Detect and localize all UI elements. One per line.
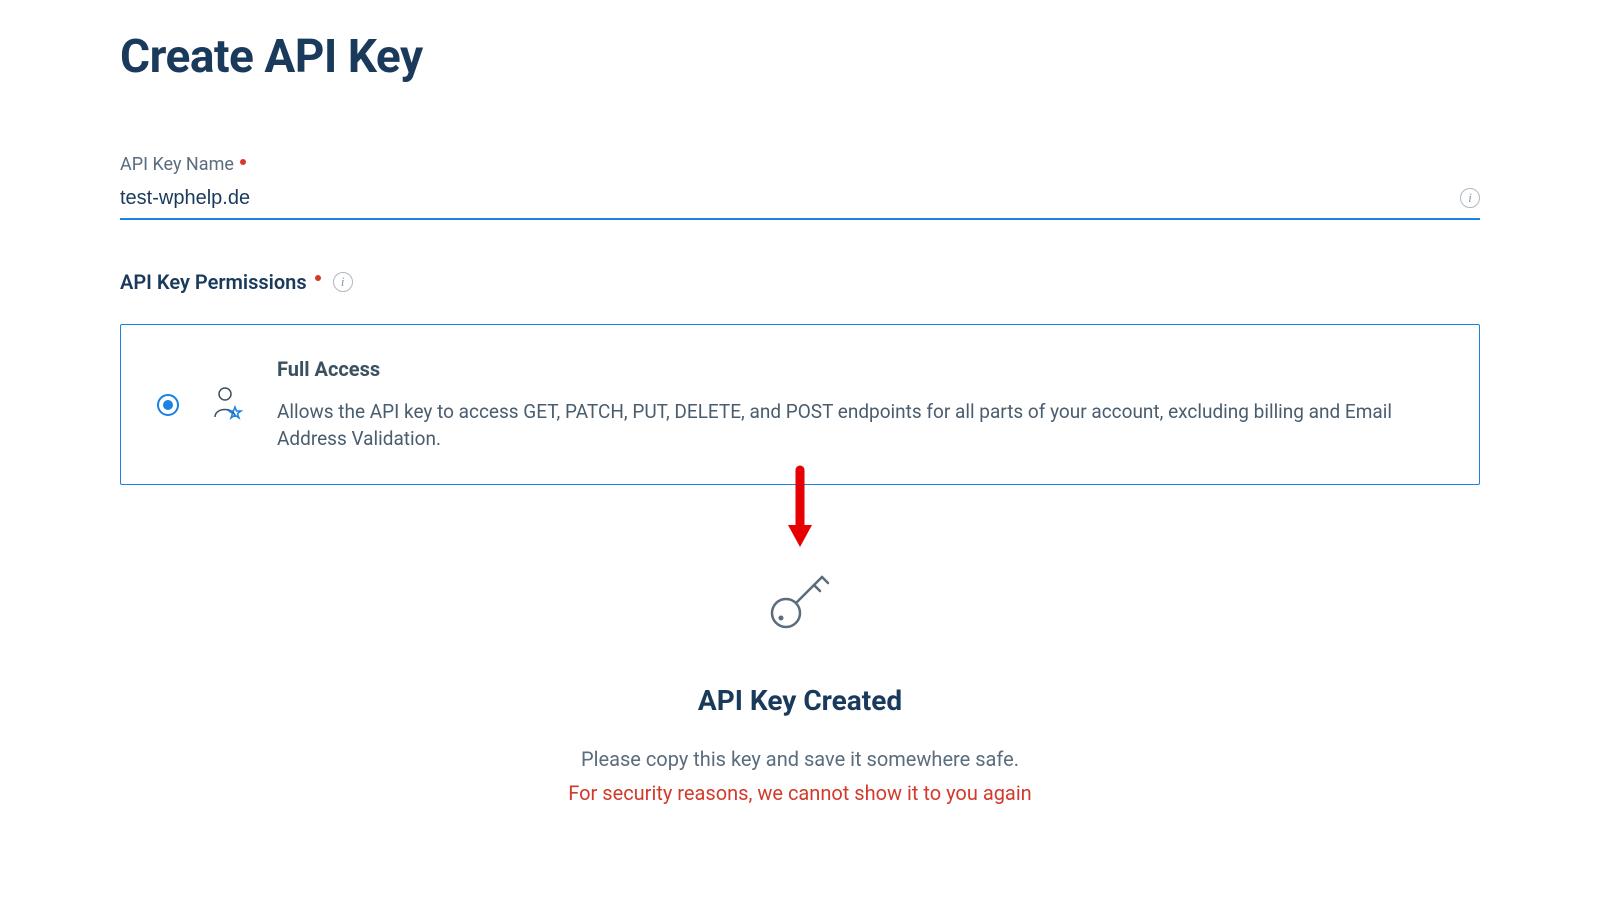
permissions-label: API Key Permissions [120, 270, 307, 294]
api-key-name-label: API Key Name [120, 154, 1480, 175]
required-indicator-icon [315, 275, 321, 281]
radio-selected-icon [163, 400, 173, 410]
page-title: Create API Key [120, 30, 1480, 84]
permission-description: Allows the API key to access GET, PATCH,… [277, 399, 1443, 452]
permission-title: Full Access [277, 357, 1443, 381]
api-key-name-input[interactable] [120, 183, 1480, 220]
arrow-down-icon [120, 465, 1480, 555]
api-key-name-field-group: API Key Name [120, 154, 1480, 220]
permissions-section-header: API Key Permissions [120, 270, 1480, 294]
key-created-warning: For security reasons, we cannot show it … [120, 781, 1480, 805]
api-key-name-label-text: API Key Name [120, 154, 234, 175]
info-icon[interactable] [1460, 188, 1480, 208]
user-star-icon [211, 385, 245, 425]
key-icon [764, 563, 836, 639]
required-indicator-icon [240, 159, 246, 165]
key-created-title: API Key Created [120, 684, 1480, 717]
info-icon[interactable] [333, 272, 353, 292]
radio-button[interactable] [157, 394, 179, 416]
permission-text-block: Full Access Allows the API key to access… [277, 357, 1443, 452]
key-created-section: API Key Created Please copy this key and… [120, 563, 1480, 805]
permission-option-full-access[interactable]: Full Access Allows the API key to access… [120, 324, 1480, 485]
key-created-message: Please copy this key and save it somewhe… [120, 747, 1480, 771]
